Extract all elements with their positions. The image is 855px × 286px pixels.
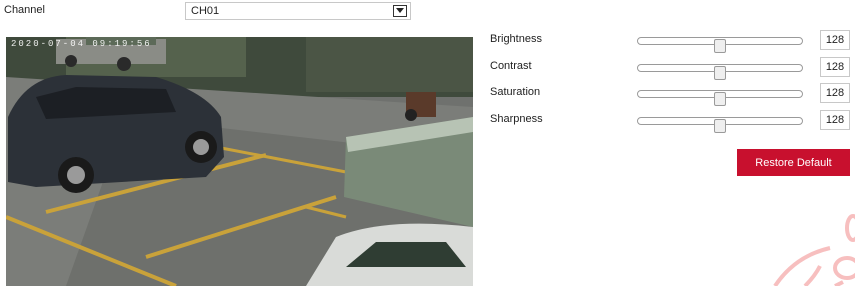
saturation-slider[interactable]	[637, 90, 803, 106]
channel-label: Channel	[4, 4, 45, 16]
saturation-row: Saturation 128	[490, 83, 850, 106]
channel-select-value: CH01	[191, 5, 220, 17]
saturation-value-input[interactable]: 128	[820, 83, 850, 103]
sharpness-slider-handle[interactable]	[714, 119, 727, 133]
video-preview: 2020-07-04 09:19:56	[6, 37, 473, 286]
camera-scene-image	[6, 37, 473, 286]
brightness-row: Brightness 128	[490, 30, 850, 53]
watermark-graphic	[773, 214, 855, 286]
chevron-down-icon[interactable]	[393, 5, 407, 17]
brightness-slider-handle[interactable]	[714, 39, 727, 53]
contrast-label: Contrast	[490, 60, 532, 72]
sharpness-row: Sharpness 128	[490, 110, 850, 133]
contrast-slider[interactable]	[637, 64, 803, 80]
sharpness-label: Sharpness	[490, 113, 543, 125]
contrast-row: Contrast 128	[490, 57, 850, 80]
brightness-value-input[interactable]: 128	[820, 30, 850, 50]
osd-timestamp: 2020-07-04 09:19:56	[11, 39, 152, 49]
contrast-value-input[interactable]: 128	[820, 57, 850, 77]
saturation-label: Saturation	[490, 86, 541, 98]
sharpness-value-input[interactable]: 128	[820, 110, 850, 130]
sharpness-slider[interactable]	[637, 117, 803, 133]
brightness-label: Brightness	[490, 33, 542, 45]
channel-select[interactable]: CH01	[185, 2, 411, 20]
saturation-slider-handle[interactable]	[714, 92, 727, 106]
contrast-slider-handle[interactable]	[714, 66, 727, 80]
brightness-slider[interactable]	[637, 37, 803, 53]
